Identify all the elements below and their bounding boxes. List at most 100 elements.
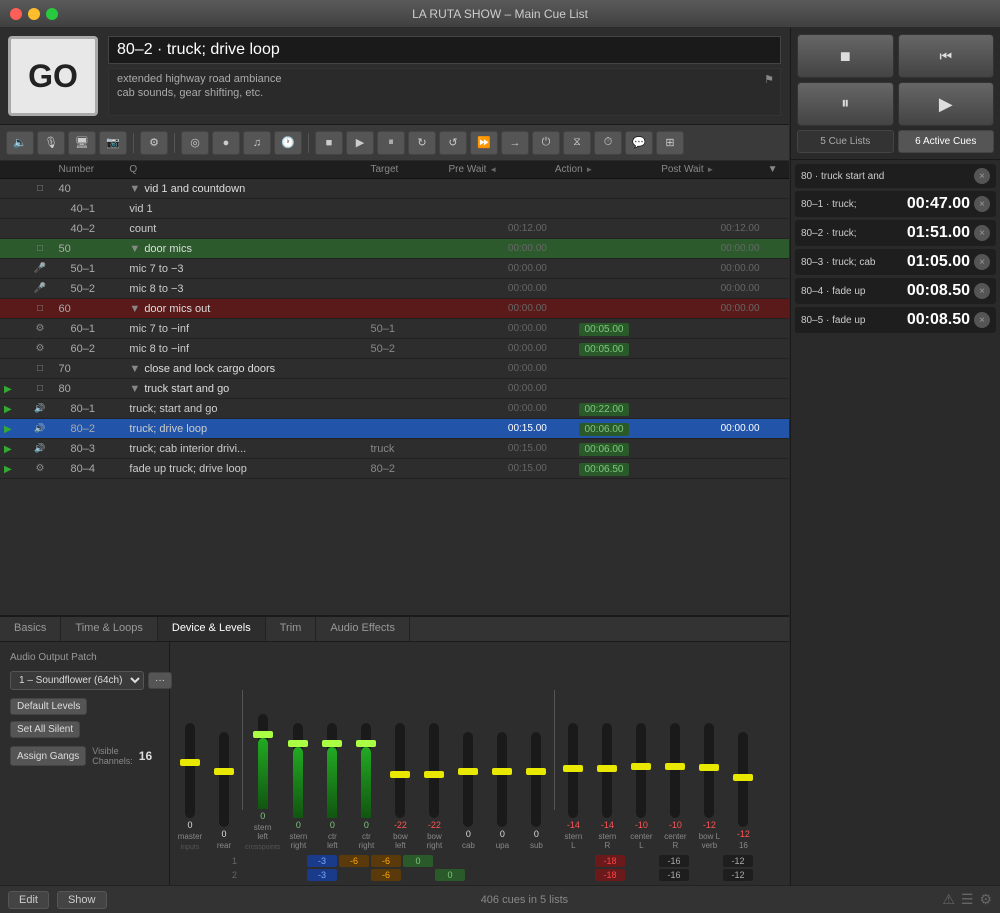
fader-track[interactable] (185, 723, 195, 818)
go-button[interactable]: GO (8, 36, 98, 116)
input-value-cell[interactable]: -18 (595, 869, 625, 881)
input-value-cell[interactable]: 0 (435, 869, 465, 881)
stop-transport-btn[interactable]: ■ (797, 34, 894, 78)
rewind2-btn[interactable]: ↺ (439, 131, 467, 155)
fader-track[interactable] (395, 723, 405, 818)
input-value-cell[interactable]: -12 (723, 869, 753, 881)
table-row[interactable]: □60▼door mics out00:00.0000:00.00 (0, 299, 789, 319)
table-row[interactable]: □40▼vid 1 and countdown (0, 179, 789, 199)
fader-thumb[interactable] (424, 771, 444, 778)
input-value-cell[interactable]: -6 (339, 855, 369, 867)
fader-track[interactable] (361, 723, 371, 818)
fader-thumb[interactable] (322, 740, 342, 747)
active-cue-item[interactable]: 80–2 · truck;01:51.00× (795, 220, 996, 246)
col-target-header[interactable]: Target (367, 161, 445, 179)
chat-btn[interactable]: 💬 (625, 131, 653, 155)
fader-track[interactable] (293, 723, 303, 818)
fader-track[interactable] (568, 723, 578, 818)
fader-track[interactable] (219, 732, 229, 827)
fader-track[interactable] (704, 723, 714, 818)
fader-thumb[interactable] (390, 771, 410, 778)
input-value-cell[interactable]: -6 (371, 855, 401, 867)
pause-transport-btn[interactable]: ⏸ (797, 82, 894, 126)
fader-thumb[interactable] (526, 768, 546, 775)
fader-thumb[interactable] (631, 763, 651, 770)
fader-track[interactable] (738, 732, 748, 827)
col-action-header[interactable]: Action ► (551, 161, 657, 179)
fader-thumb[interactable] (492, 768, 512, 775)
active-cue-close-btn[interactable]: × (974, 168, 990, 184)
play-btn[interactable]: ▶ (346, 131, 374, 155)
active-cue-item[interactable]: 80 · truck start and× (795, 164, 996, 188)
active-cue-item[interactable]: 80–3 · truck; cab01:05.00× (795, 249, 996, 275)
table-row[interactable]: 40–2count00:12.0000:12.00 (0, 219, 789, 239)
active-cue-close-btn[interactable]: × (974, 254, 990, 270)
input-value-cell[interactable]: 0 (403, 855, 433, 867)
table-row[interactable]: □50▼door mics00:00.0000:00.00 (0, 239, 789, 259)
active-cue-item[interactable]: 80–4 · fade up00:08.50× (795, 278, 996, 304)
input-value-cell[interactable]: -6 (371, 869, 401, 881)
close-button[interactable] (10, 8, 22, 20)
fader-track[interactable] (497, 732, 507, 827)
fader-thumb[interactable] (253, 731, 273, 738)
table-row[interactable]: 🎤50–1mic 7 to −300:00.0000:00.00 (0, 259, 789, 279)
fader-thumb[interactable] (214, 768, 234, 775)
fwd-btn[interactable]: ⏩ (470, 131, 498, 155)
fader-thumb[interactable] (458, 768, 478, 775)
active-cue-close-btn[interactable]: × (974, 312, 990, 328)
pause-btn2[interactable]: ⏸ (377, 131, 405, 155)
tab-trim[interactable]: Trim (266, 617, 317, 641)
mic-btn[interactable]: 🎙 (37, 131, 65, 155)
assign-gangs-btn[interactable]: Assign Gangs (10, 746, 86, 766)
clock-btn[interactable]: 🕐 (274, 131, 302, 155)
tab-cue-lists[interactable]: 5 Cue Lists (797, 130, 894, 153)
tab-audio-effects[interactable]: Audio Effects (316, 617, 410, 641)
maximize-button[interactable] (46, 8, 58, 20)
set-all-silent-btn[interactable]: Set All Silent (10, 721, 80, 738)
fader-thumb[interactable] (563, 765, 583, 772)
fader-thumb[interactable] (356, 740, 376, 747)
table-row[interactable]: ▶⚙80–4fade up truck; drive loop80–200:15… (0, 459, 789, 479)
col-postwait-header[interactable]: Post Wait ► (657, 161, 763, 179)
tab-basics[interactable]: Basics (0, 617, 61, 641)
mixer-btn[interactable]: ⚙ (140, 131, 168, 155)
fader-thumb[interactable] (288, 740, 308, 747)
show-btn[interactable]: Show (57, 891, 107, 909)
fader-track[interactable] (258, 714, 268, 809)
input-value-cell[interactable]: -16 (659, 869, 689, 881)
monitor-btn[interactable]: 🖥 (68, 131, 96, 155)
fader-track[interactable] (670, 723, 680, 818)
audio-options-btn[interactable]: ··· (148, 672, 172, 689)
minimize-button[interactable] (28, 8, 40, 20)
music-btn[interactable]: ♫ (243, 131, 271, 155)
audio-output-select[interactable]: 1 – Soundflower (64ch) (10, 671, 144, 690)
active-cue-close-btn[interactable]: × (974, 225, 990, 241)
table-row[interactable]: ▶🔊80–1truck; start and go00:00.0000:22.0… (0, 399, 789, 419)
table-row[interactable]: ▶□80▼truck start and go00:00.00 (0, 379, 789, 399)
input-value-cell[interactable]: -3 (307, 869, 337, 881)
default-levels-btn[interactable]: Default Levels (10, 698, 87, 715)
power-btn[interactable]: ⏻ (532, 131, 560, 155)
fader-track[interactable] (531, 732, 541, 827)
active-cue-item[interactable]: 80–5 · fade up00:08.50× (795, 307, 996, 333)
stop-btn[interactable]: ■ (315, 131, 343, 155)
fader-thumb[interactable] (180, 759, 200, 766)
target-btn[interactable]: ◎ (181, 131, 209, 155)
loop-btn[interactable]: ↻ (408, 131, 436, 155)
table-row[interactable]: ⚙60–2mic 8 to −inf50–200:00.0000:05.00 (0, 339, 789, 359)
table-row[interactable]: 🎤50–2mic 8 to −300:00.0000:00.00 (0, 279, 789, 299)
tab-active-cues[interactable]: 6 Active Cues (898, 130, 995, 153)
input-value-cell[interactable]: -3 (307, 855, 337, 867)
table-row[interactable]: 40–1vid 1 (0, 199, 789, 219)
timer-btn[interactable]: ⏱ (594, 131, 622, 155)
active-cues-list[interactable]: 80 · truck start and×80–1 · truck;00:47.… (791, 160, 1000, 885)
fader-track[interactable] (463, 732, 473, 827)
input-value-cell[interactable]: -12 (723, 855, 753, 867)
active-cue-close-btn[interactable]: × (974, 283, 990, 299)
table-row[interactable]: □70▼close and lock cargo doors00:00.00 (0, 359, 789, 379)
speaker-btn[interactable]: 🔈 (6, 131, 34, 155)
play-transport-btn[interactable]: ▶ (898, 82, 995, 126)
fader-thumb[interactable] (699, 764, 719, 771)
col-number-header[interactable]: Number (55, 161, 126, 179)
tab-time-loops[interactable]: Time & Loops (61, 617, 157, 641)
